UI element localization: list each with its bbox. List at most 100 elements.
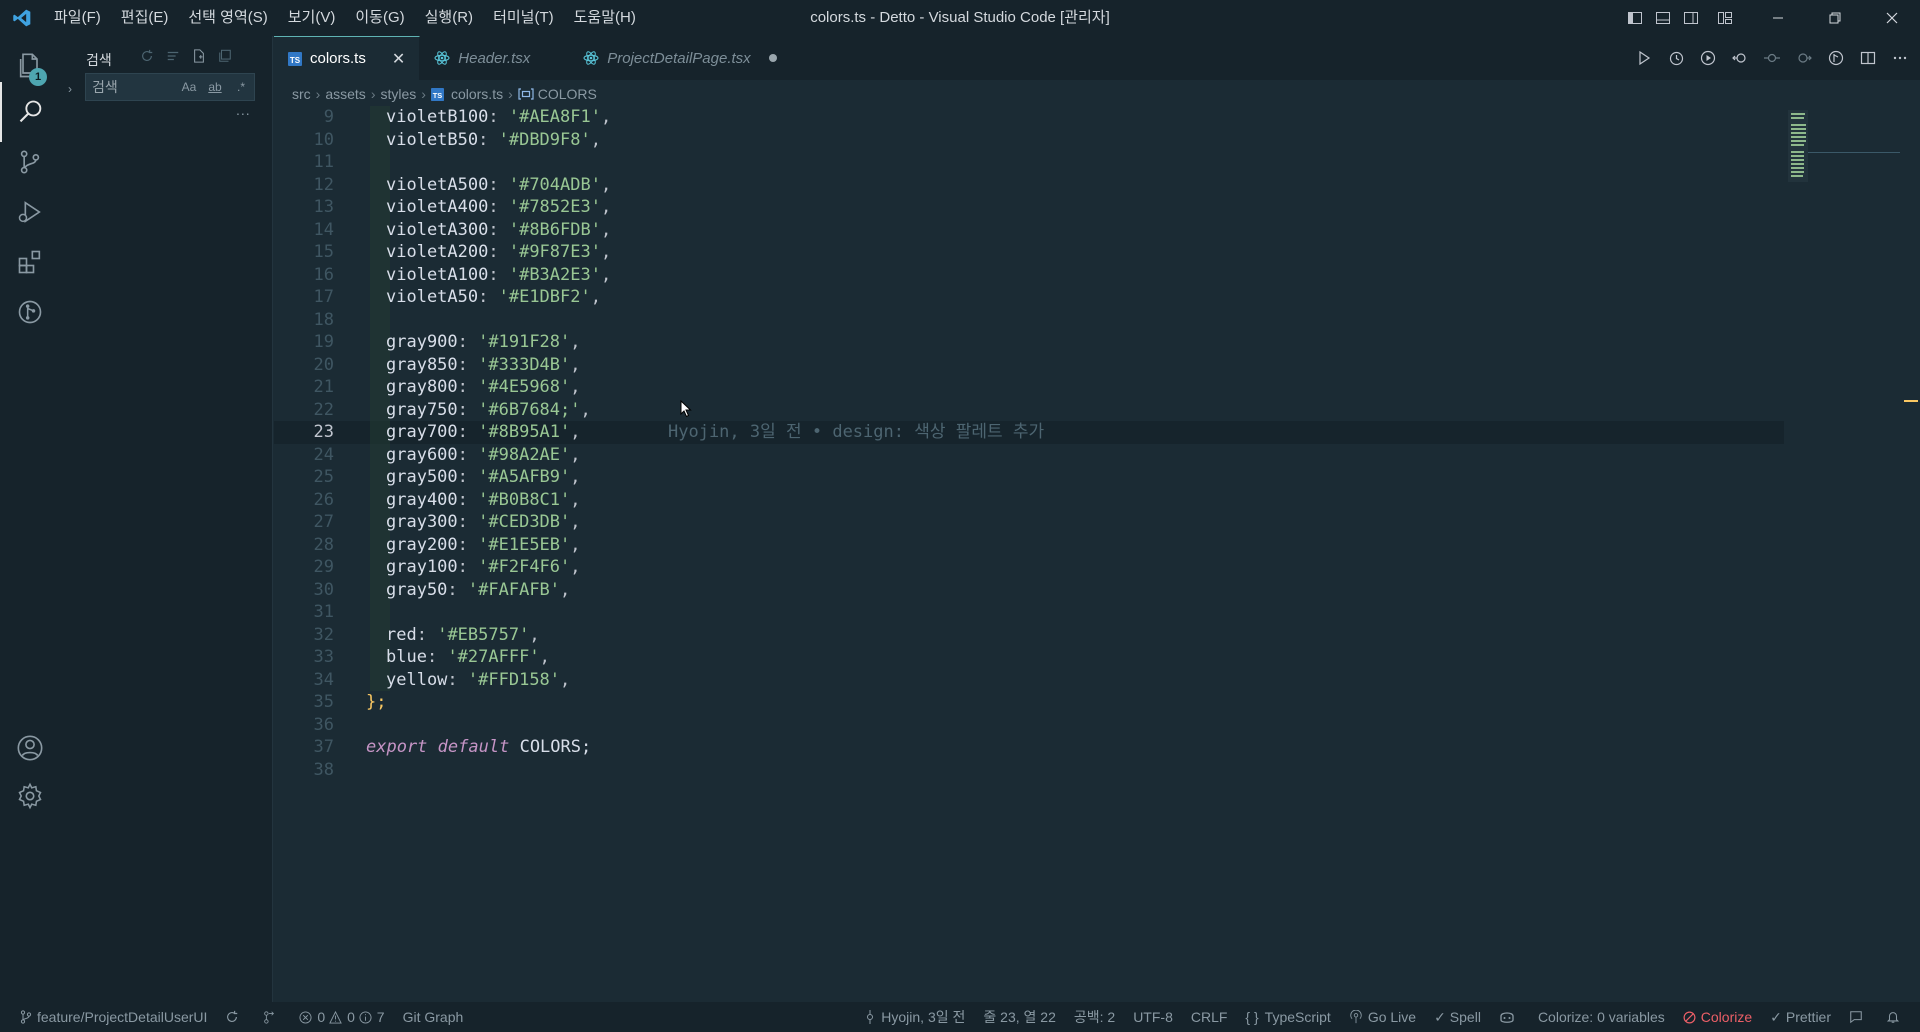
branch-status[interactable]: feature/ProjectDetailUserUI xyxy=(0,1002,216,1032)
blame-status[interactable]: Hyojin, 3일 전 xyxy=(855,1002,974,1032)
match-whole-word-toggle[interactable]: ab xyxy=(202,80,228,94)
code-line[interactable]: 9 violetB100: '#AEA8F1', xyxy=(274,106,1784,129)
code-line[interactable]: 28 gray200: '#E1E5EB', xyxy=(274,533,1784,556)
code-editor[interactable]: 9 violetB100: '#AEA8F1', 10 violetB50: '#DB… xyxy=(274,106,1920,1002)
code-line[interactable]: 17 violetA50: '#E1DBF2', xyxy=(274,286,1784,309)
breadcrumb-styles[interactable]: styles xyxy=(380,86,416,102)
cursor-position[interactable]: 줄 23, 열 22 xyxy=(974,1002,1064,1032)
language-status[interactable]: { } TypeScript xyxy=(1236,1002,1339,1032)
code-line[interactable]: 20 gray850: '#333D4B', xyxy=(274,353,1784,376)
git-commit-icon[interactable] xyxy=(1756,36,1788,80)
code-line[interactable]: 21 gray800: '#4E5968', xyxy=(274,376,1784,399)
copilot-icon[interactable] xyxy=(1490,1002,1529,1032)
notifications-bell-icon[interactable] xyxy=(1877,1002,1914,1032)
restore-icon[interactable] xyxy=(1806,0,1863,36)
code-line[interactable]: 36 xyxy=(274,714,1784,737)
code-line[interactable]: 31 xyxy=(274,601,1784,624)
code-line[interactable]: 38 xyxy=(274,759,1784,782)
eol-status[interactable]: CRLF xyxy=(1182,1002,1237,1032)
code-line[interactable]: 34 yellow: '#FFD158', xyxy=(274,668,1784,691)
sync-icon[interactable] xyxy=(216,1002,253,1032)
code-line[interactable]: 26 gray400: '#B0B8C1', xyxy=(274,488,1784,511)
git-graph-status[interactable]: Git Graph xyxy=(394,1002,473,1032)
code-line[interactable]: 25 gray500: '#A5AFB9', xyxy=(274,466,1784,489)
code-line[interactable]: 10 violetB50: '#DBD9F8', xyxy=(274,128,1784,151)
menu-item-2[interactable]: 선택 영역(S) xyxy=(178,0,277,36)
clear-results-icon[interactable] xyxy=(160,44,186,68)
settings-gear-icon[interactable] xyxy=(0,766,60,826)
toggle-panel-icon[interactable] xyxy=(1649,0,1677,36)
minimize-icon[interactable] xyxy=(1749,0,1806,36)
code-line[interactable]: 27 gray300: '#CED3DB', xyxy=(274,511,1784,534)
menu-item-5[interactable]: 실행(R) xyxy=(415,0,483,36)
go-live-icon[interactable] xyxy=(1692,36,1724,80)
code-line[interactable]: 16 violetA100: '#B3A2E3', xyxy=(274,263,1784,286)
menu-item-6[interactable]: 터미널(T) xyxy=(483,0,564,36)
code-line[interactable]: 13 violetA400: '#7852E3', xyxy=(274,196,1784,219)
code-line[interactable]: 37 export default COLORS; xyxy=(274,736,1784,759)
publish-branch-icon[interactable] xyxy=(253,1002,290,1032)
code-line[interactable]: 24 gray600: '#98A2AE', xyxy=(274,443,1784,466)
menu-item-0[interactable]: 파일(F) xyxy=(44,0,111,36)
menu-item-4[interactable]: 이동(G) xyxy=(345,0,414,36)
new-search-editor-icon[interactable] xyxy=(186,44,212,68)
open-changes-icon[interactable] xyxy=(1820,36,1852,80)
code-line[interactable]: 18 xyxy=(274,308,1784,331)
menu-item-1[interactable]: 편집(E) xyxy=(111,0,179,36)
breadcrumb-assets[interactable]: assets xyxy=(325,86,365,102)
code-line[interactable]: 32 red: '#EB5757', xyxy=(274,623,1784,646)
next-change-icon[interactable] xyxy=(1788,36,1820,80)
toggle-secondary-sidebar-icon[interactable] xyxy=(1677,0,1705,36)
code-line[interactable]: 23 gray700: '#8B95A1', Hyojin, 3일 전 • desi… xyxy=(274,421,1784,444)
colorize-status[interactable]: Colorize xyxy=(1674,1002,1761,1032)
unsaved-dot-icon[interactable] xyxy=(768,54,777,62)
timeline-icon[interactable] xyxy=(1660,36,1692,80)
code-line[interactable]: 11 xyxy=(274,151,1784,174)
feedback-icon[interactable] xyxy=(1840,1002,1877,1032)
breadcrumb-symbol[interactable]: COLORS xyxy=(518,86,597,102)
collapse-all-icon[interactable] xyxy=(212,44,238,68)
go-live-status[interactable]: Go Live xyxy=(1340,1002,1425,1032)
close-tab-icon[interactable]: ✕ xyxy=(392,49,405,69)
tab-header-tsx[interactable]: Header.tsx xyxy=(420,36,570,80)
git-graph-icon[interactable] xyxy=(0,282,60,342)
encoding-status[interactable]: UTF-8 xyxy=(1124,1002,1182,1032)
code-line[interactable]: 12 violetA500: '#704ADB', xyxy=(274,173,1784,196)
use-regex-toggle[interactable]: .* xyxy=(228,80,254,94)
toggle-primary-sidebar-icon[interactable] xyxy=(1621,0,1649,36)
match-case-toggle[interactable]: Aa xyxy=(176,80,202,94)
colorize-variables-status[interactable]: Colorize: 0 variables xyxy=(1529,1002,1674,1032)
more-actions-icon[interactable] xyxy=(1884,36,1916,80)
prettier-status[interactable]: ✓ Prettier xyxy=(1761,1002,1840,1032)
code-line[interactable]: 35}; xyxy=(274,691,1784,714)
menu-item-7[interactable]: 도움말(H) xyxy=(564,0,646,36)
code-line[interactable]: 30 gray50: '#FAFAFB', xyxy=(274,578,1784,602)
toggle-search-details-icon[interactable]: ... xyxy=(236,102,251,118)
toggle-replace-chevron-icon[interactable]: › xyxy=(68,82,72,96)
customize-layout-icon[interactable] xyxy=(1711,0,1739,36)
indentation-status[interactable]: 공백: 2 xyxy=(1065,1002,1124,1032)
tab-colors-ts[interactable]: TS colors.ts ✕ xyxy=(274,36,421,80)
breadcrumb-src[interactable]: src xyxy=(292,86,311,102)
code-line[interactable]: 19 gray900: '#191F28', xyxy=(274,331,1784,354)
close-window-icon[interactable] xyxy=(1863,0,1920,36)
menu-item-3[interactable]: 보기(V) xyxy=(278,0,346,36)
comma: , xyxy=(590,287,601,307)
spell-status[interactable]: ✓ Spell xyxy=(1425,1002,1490,1032)
code-line[interactable]: 14 violetA300: '#8B6FDB', xyxy=(274,218,1784,241)
code-line[interactable]: 33 blue: '#27AFFF', xyxy=(274,646,1784,669)
code-line[interactable]: 22 gray750: '#6B7684;', xyxy=(274,398,1784,421)
search-input[interactable] xyxy=(86,79,176,95)
code-line[interactable]: 15 violetA200: '#9F87E3', xyxy=(274,241,1784,264)
code-text: gray50: '#FAFAFB', xyxy=(386,579,570,602)
split-editor-icon[interactable] xyxy=(1852,36,1884,80)
colon: : xyxy=(488,197,509,217)
tab-project-detail-page-tsx[interactable]: ProjectDetailPage.tsx xyxy=(569,36,792,80)
breadcrumb-file[interactable]: TS colors.ts xyxy=(430,86,503,102)
code-line[interactable]: 29 gray100: '#F2F4F6', xyxy=(274,556,1784,579)
refresh-icon[interactable] xyxy=(134,44,160,68)
problems-status[interactable]: 0 0 7 xyxy=(290,1002,393,1032)
minimap[interactable] xyxy=(1788,110,1808,182)
run-code-icon[interactable] xyxy=(1628,36,1660,80)
previous-change-icon[interactable] xyxy=(1724,36,1756,80)
